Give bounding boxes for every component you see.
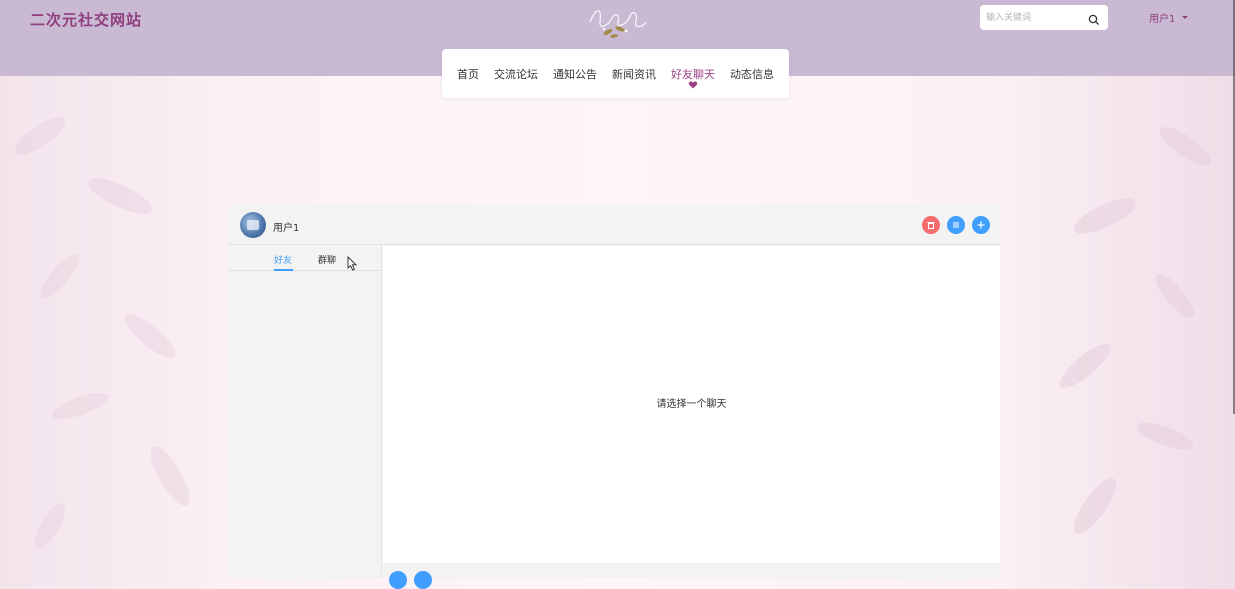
chat-tabs: 好友 群聊 bbox=[228, 245, 382, 271]
add-button[interactable] bbox=[972, 216, 990, 234]
decorative-leaves-left bbox=[0, 76, 230, 578]
main-nav: 首页 交流论坛 通知公告 新闻资讯 好友聊天 动态信息 bbox=[442, 49, 789, 98]
site-logo[interactable] bbox=[582, 0, 652, 42]
avatar[interactable] bbox=[240, 212, 266, 238]
tab-friends[interactable]: 好友 bbox=[274, 253, 292, 266]
nav-item-dynamics[interactable]: 动态信息 bbox=[730, 66, 774, 82]
list-icon bbox=[953, 222, 959, 228]
chat-header: 用户1 bbox=[228, 205, 1000, 245]
active-tab-indicator bbox=[274, 269, 293, 271]
nav-item-friend-chat-label: 好友聊天 bbox=[671, 68, 715, 81]
chat-user-name: 用户1 bbox=[273, 223, 300, 234]
chat-main-area: 请选择一个聊天 bbox=[383, 246, 1000, 563]
nav-item-friend-chat[interactable]: 好友聊天 bbox=[671, 66, 715, 89]
empty-chat-message: 请选择一个聊天 bbox=[656, 399, 727, 410]
user-menu-label: 用户1 bbox=[1149, 14, 1176, 25]
delete-button[interactable] bbox=[922, 216, 940, 234]
chat-panel: 用户1 好友 群聊 请选择一个聊天 bbox=[228, 205, 1000, 578]
trash-icon bbox=[927, 222, 935, 229]
menu-button[interactable] bbox=[947, 216, 965, 234]
chat-sidebar: 好友 群聊 bbox=[228, 245, 382, 578]
nav-item-news[interactable]: 新闻资讯 bbox=[612, 66, 656, 82]
search-icon[interactable] bbox=[1088, 11, 1100, 26]
plus-icon bbox=[977, 221, 985, 229]
emoji-button[interactable] bbox=[389, 571, 407, 589]
nav-item-forum[interactable]: 交流论坛 bbox=[494, 66, 538, 82]
heart-icon bbox=[688, 81, 698, 89]
user-menu[interactable]: 用户1 bbox=[1149, 10, 1189, 25]
site-title[interactable]: 二次元社交网站 bbox=[30, 9, 142, 30]
tab-groups[interactable]: 群聊 bbox=[318, 253, 336, 266]
decorative-leaves-right bbox=[1005, 76, 1235, 578]
nav-item-notices[interactable]: 通知公告 bbox=[553, 66, 597, 82]
search-box bbox=[980, 5, 1108, 30]
search-input[interactable] bbox=[980, 5, 1080, 30]
chevron-down-icon bbox=[1182, 16, 1189, 19]
mouse-cursor-icon bbox=[347, 256, 358, 271]
nav-item-home[interactable]: 首页 bbox=[457, 66, 479, 82]
image-button[interactable] bbox=[414, 571, 432, 589]
